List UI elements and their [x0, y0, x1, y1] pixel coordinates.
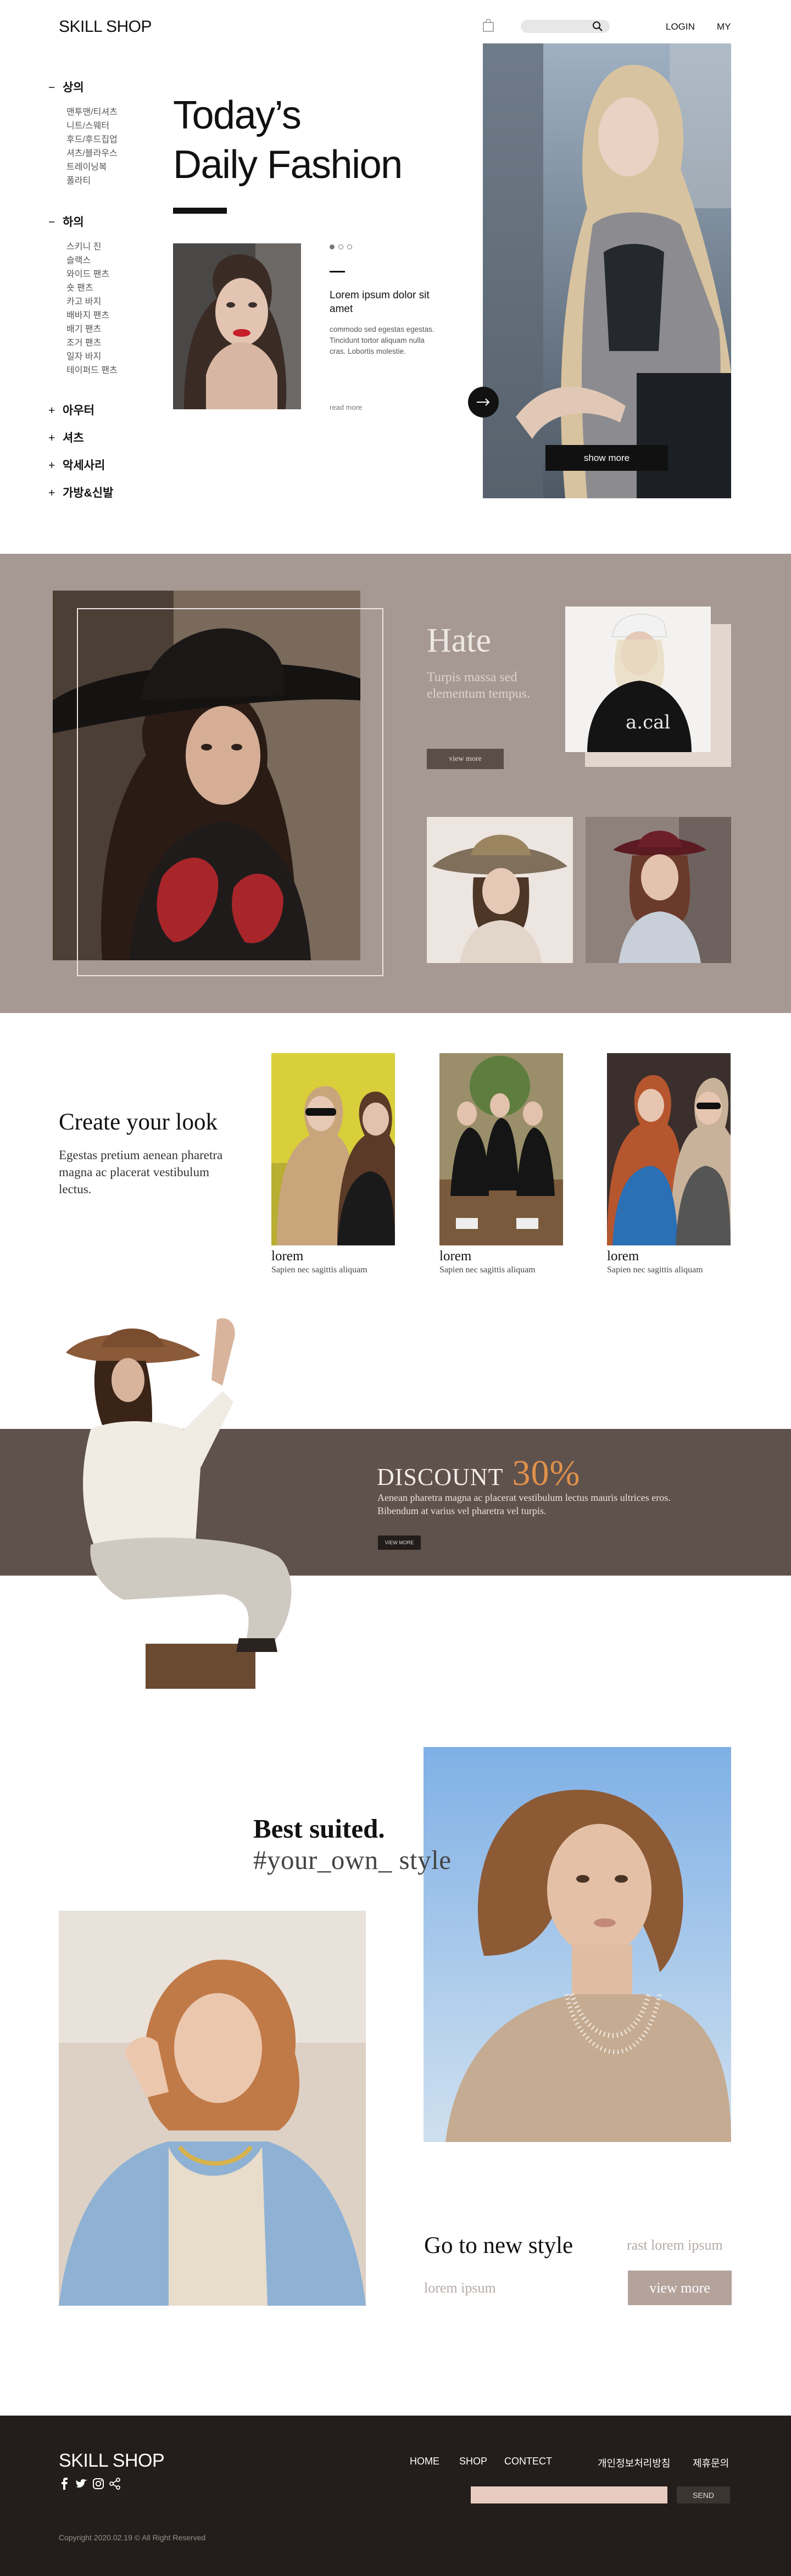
hate-subtitle: Turpis massa sed elementum tempus.: [427, 670, 530, 701]
sidebar-item[interactable]: 카고 바지: [66, 295, 118, 309]
discount-title: DISCOUNT 30%: [377, 1453, 580, 1494]
carousel-dots: [330, 242, 356, 252]
sidebar-item[interactable]: 셔츠/블라우스: [66, 147, 118, 160]
sunglasses-friends-photo[interactable]: [607, 1053, 731, 1245]
discount-body: Aenean pharetra magna ac placerat vestib…: [377, 1492, 671, 1516]
footer: [0, 2416, 791, 2576]
twitter-icon[interactable]: [76, 2478, 88, 2490]
share-icon[interactable]: [109, 2478, 121, 2490]
footer-logo[interactable]: SKILL SHOP: [59, 2450, 165, 2472]
show-more-button[interactable]: show more: [545, 445, 668, 471]
sidebar-category-shirts[interactable]: + 셔츠: [48, 429, 84, 446]
red-lip-model-photo[interactable]: [173, 243, 301, 409]
go-to-new-style-title: Go to new style: [424, 2233, 573, 2258]
lorem-ipsum-text: lorem ipsum: [424, 2280, 496, 2296]
best-suited-title: Best suited.: [253, 1813, 385, 1844]
sidebar-item[interactable]: 일자 바지: [66, 350, 118, 364]
sidebar-item[interactable]: 트레이닝복: [66, 160, 118, 174]
footer-nav-home[interactable]: HOME: [410, 2456, 439, 2467]
site-logo[interactable]: SKILL SHOP: [59, 18, 152, 36]
hero-title-line1: Today’s: [173, 93, 302, 137]
sidebar-category-bottoms[interactable]: − 하의: [48, 213, 84, 230]
arrow-right-icon: [477, 398, 490, 406]
read-more-link[interactable]: read more: [330, 403, 362, 411]
yellow-wall-friends-photo[interactable]: [271, 1053, 395, 1245]
sidebar-category-accessories[interactable]: + 악세사리: [48, 457, 105, 473]
blonde-model-photo[interactable]: [483, 43, 731, 498]
sidebar-category-outer[interactable]: + 아우터: [48, 402, 94, 418]
sidebar-item[interactable]: 슬랙스: [66, 254, 118, 268]
search-icon[interactable]: [592, 21, 603, 32]
look-card-title: lorem: [607, 1249, 639, 1264]
look-card-caption: Sapien nec sagittis aliquam: [271, 1265, 367, 1275]
look-card-title: lorem: [439, 1249, 472, 1264]
sidebar-item[interactable]: 배바지 팬츠: [66, 309, 118, 322]
look-card-caption: Sapien nec sagittis aliquam: [439, 1265, 536, 1275]
look-body: Egestas pretium aenean pharetra magna ac…: [59, 1148, 223, 1196]
footer-privacy-policy[interactable]: 개인정보처리방침: [598, 2456, 670, 2470]
hero-title-line2: Daily Fashion: [173, 143, 403, 187]
hero-card-title: Lorem ipsum dolor sit amet: [330, 290, 430, 315]
look-card-title: lorem: [271, 1249, 304, 1264]
footer-nav-shop[interactable]: SHOP: [459, 2456, 487, 2467]
hate-title: Hate: [427, 622, 492, 659]
my-page-link[interactable]: MY: [717, 21, 731, 32]
sidebar-item[interactable]: 조거 팬츠: [66, 336, 118, 350]
sidebar-item[interactable]: 후드/후드집업: [66, 133, 118, 147]
hero-underline-bar: [173, 208, 227, 214]
sidebar-item[interactable]: 테이퍼드 팬츠: [66, 364, 118, 377]
carousel-dot[interactable]: [347, 244, 352, 249]
side-lorem-text: rast lorem ipsum: [627, 2237, 723, 2253]
lace-hat-model-photo[interactable]: [427, 817, 573, 963]
best-suited-tagline: #your_own_ style: [253, 1845, 452, 1875]
sidebar-sublist-bottoms: 스키니 진 슬랙스 와이드 팬츠 숏 팬츠 카고 바지 배바지 팬츠 배기 팬츠…: [66, 240, 118, 377]
discount-percent: 30%: [512, 1453, 581, 1493]
carousel-dot[interactable]: [338, 244, 343, 249]
brown-hat-seated-model-photo[interactable]: [58, 1314, 302, 1689]
go-view-more-button[interactable]: view more: [628, 2271, 732, 2305]
sidebar-item[interactable]: 숏 팬츠: [66, 281, 118, 295]
facebook-icon[interactable]: [59, 2478, 71, 2490]
svg-text:a.cal: a.cal: [626, 711, 670, 733]
footer-partnership-inquiry[interactable]: 제휴문의: [693, 2456, 729, 2470]
hero-card-body: commodo sed egestas egestas. Tincidunt t…: [330, 325, 435, 355]
newsletter-send-button[interactable]: SEND: [677, 2486, 730, 2503]
next-slide-button[interactable]: [468, 387, 499, 418]
copyright-text: Copyright 2020.02.19 © All Right Reserve…: [59, 2533, 206, 2542]
sidebar-item[interactable]: 폴라티: [66, 174, 118, 188]
sidebar-item[interactable]: 스키니 진: [66, 240, 118, 254]
hate-view-more-button[interactable]: view more: [427, 749, 504, 769]
discount-label: DISCOUNT: [377, 1464, 504, 1490]
sidebar-item[interactable]: 맨투맨/티셔츠: [66, 105, 118, 119]
shopping-bag-icon[interactable]: [482, 19, 494, 32]
sidebar-item[interactable]: 니트/스웨터: [66, 119, 118, 133]
carousel-dot[interactable]: [330, 244, 335, 249]
hero-title: Today’s Daily Fashion: [173, 91, 403, 190]
login-link[interactable]: LOGIN: [666, 21, 695, 32]
newsletter-email-input[interactable]: [471, 2486, 667, 2503]
group-friends-photo[interactable]: [439, 1053, 563, 1245]
blue-fur-coat-model-photo[interactable]: [59, 1911, 366, 2306]
look-card-caption: Sapien nec sagittis aliquam: [607, 1265, 703, 1275]
burgundy-hat-model-photo[interactable]: [586, 817, 731, 963]
card-dash: [330, 271, 345, 272]
sidebar-category-tops[interactable]: − 상의: [48, 79, 84, 95]
sidebar-item[interactable]: 와이드 팬츠: [66, 268, 118, 281]
black-hoodie-model-photo[interactable]: a.cal: [565, 607, 711, 752]
footer-nav-contact[interactable]: CONTECT: [504, 2456, 552, 2467]
instagram-icon[interactable]: [92, 2478, 104, 2490]
discount-view-more-button[interactable]: VIEW MORE: [378, 1535, 421, 1550]
sidebar-item[interactable]: 배기 팬츠: [66, 322, 118, 336]
look-title: Create your look: [59, 1109, 218, 1135]
sidebar-sublist-tops: 맨투맨/티셔츠 니트/스웨터 후드/후드집업 셔츠/블라우스 트레이닝복 폴라티: [66, 105, 118, 188]
sidebar-category-bags-shoes[interactable]: + 가방&신발: [48, 484, 113, 500]
bob-hair-model-photo[interactable]: [424, 1747, 731, 2142]
photo-frame-outline: [77, 608, 383, 976]
